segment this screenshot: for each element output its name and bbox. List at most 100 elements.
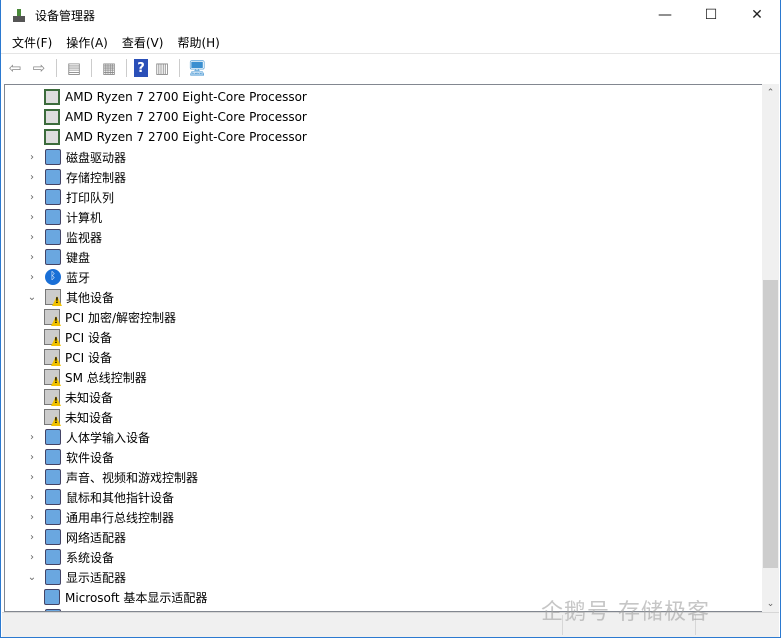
close-button[interactable]: ✕ bbox=[734, 0, 780, 30]
collapse-chevron-icon[interactable]: ⌄ bbox=[25, 292, 39, 303]
tree-item-label: 软件设备 bbox=[66, 450, 115, 465]
tree-item[interactable]: › 通用串行总线控制器 bbox=[25, 507, 174, 527]
device-category-icon bbox=[45, 429, 61, 445]
tree-item-label: 监视器 bbox=[66, 230, 103, 245]
tree-item[interactable]: › 键盘 bbox=[25, 247, 90, 267]
tree-item[interactable]: › 声音、视频和游戏控制器 bbox=[25, 467, 198, 487]
tree-item-label: 其他设备 bbox=[66, 290, 115, 305]
warning-device-icon bbox=[45, 289, 61, 305]
device-category-icon bbox=[45, 449, 61, 465]
tree-item[interactable]: › 打印队列 bbox=[25, 187, 114, 207]
tree-item[interactable]: › 网络适配器 bbox=[25, 527, 126, 547]
tree-item[interactable]: › 软件设备 bbox=[25, 447, 114, 467]
scroll-thumb[interactable] bbox=[763, 280, 778, 568]
tree-item[interactable]: PCI 设备 bbox=[44, 327, 112, 347]
warning-device-icon bbox=[44, 349, 60, 365]
toolbar-separator bbox=[126, 59, 127, 77]
tree-item-label: SM 总线控制器 bbox=[65, 370, 147, 385]
processor-icon bbox=[44, 89, 60, 105]
tree-item[interactable]: Microsoft 基本显示适配器 bbox=[44, 587, 207, 607]
tree-item[interactable]: › ᛒ 蓝牙 bbox=[25, 267, 90, 287]
tree-item-label: AMD Ryzen 7 2700 Eight-Core Processor bbox=[65, 90, 307, 104]
show-hide-console-tree-icon[interactable]: ▤ bbox=[64, 58, 84, 78]
tree-item[interactable]: › 磁盘驱动器 bbox=[25, 147, 126, 167]
device-manager-window: 设备管理器 — ☐ ✕ 文件(F) 操作(A) 查看(V) 帮助(H) ⇦ ⇨ ▤ ▦… bbox=[0, 0, 781, 638]
processor-icon bbox=[44, 129, 60, 145]
tree-item-label: 显示适配器 bbox=[66, 570, 127, 585]
menu-file[interactable]: 文件(F) bbox=[5, 34, 59, 51]
device-category-icon bbox=[45, 509, 61, 525]
tree-item[interactable]: › 计算机 bbox=[25, 207, 102, 227]
tree-item[interactable]: › 系统设备 bbox=[25, 547, 114, 567]
device-category-icon bbox=[45, 249, 61, 265]
collapse-chevron-icon[interactable]: ⌄ bbox=[25, 572, 39, 583]
toolbar-separator bbox=[91, 59, 92, 77]
expand-chevron-icon[interactable]: › bbox=[25, 552, 39, 563]
device-category-icon bbox=[45, 529, 61, 545]
tree-item-label: 人体学输入设备 bbox=[66, 430, 151, 445]
menu-view[interactable]: 查看(V) bbox=[115, 34, 171, 51]
expand-chevron-icon[interactable]: › bbox=[25, 472, 39, 483]
tree-item[interactable]: › 存储控制器 bbox=[25, 167, 126, 187]
tree-item[interactable]: AMD Ryzen 7 2700 Eight-Core Processor bbox=[44, 127, 307, 147]
action-pane-icon[interactable]: ▥ bbox=[152, 58, 172, 78]
expand-chevron-icon[interactable]: › bbox=[25, 272, 39, 283]
expand-chevron-icon[interactable]: › bbox=[25, 252, 39, 263]
tree-item-label: 存储控制器 bbox=[66, 170, 127, 185]
expand-chevron-icon[interactable]: › bbox=[25, 532, 39, 543]
tree-item[interactable]: 未知设备 bbox=[44, 407, 113, 427]
tree-item-label: AMD Ryzen 7 2700 Eight-Core Processor bbox=[65, 130, 307, 144]
tree-item[interactable]: 未知设备 bbox=[44, 387, 113, 407]
scroll-up-icon[interactable]: ⌃ bbox=[762, 84, 779, 101]
device-category-icon bbox=[45, 209, 61, 225]
tree-item[interactable]: AMD Ryzen 7 2700 Eight-Core Processor bbox=[44, 87, 307, 107]
title-bar: 设备管理器 — ☐ ✕ bbox=[1, 0, 780, 31]
menu-action[interactable]: 操作(A) bbox=[59, 34, 115, 51]
tree-item-label: 通用串行总线控制器 bbox=[66, 510, 175, 525]
scan-hardware-icon[interactable]: 🖥 bbox=[187, 58, 207, 78]
maximize-button[interactable]: ☐ bbox=[688, 0, 734, 30]
processor-icon bbox=[44, 109, 60, 125]
tree-item[interactable]: ⌄ 其他设备 bbox=[25, 287, 114, 307]
device-category-icon bbox=[45, 469, 61, 485]
properties-icon[interactable]: ▦ bbox=[99, 58, 119, 78]
tree-item-label: AMD Ryzen 7 2700 Eight-Core Processor bbox=[65, 110, 307, 124]
tree-item[interactable]: ⌄ 显示适配器 bbox=[25, 567, 126, 587]
minimize-button[interactable]: — bbox=[642, 0, 688, 30]
tree-item[interactable]: AMD Ryzen 7 2700 Eight-Core Processor bbox=[44, 107, 307, 127]
window-title: 设备管理器 bbox=[35, 9, 96, 23]
tree-item-label: Microsoft 基本显示适配器 bbox=[65, 590, 208, 605]
menu-help[interactable]: 帮助(H) bbox=[170, 34, 226, 51]
device-category-icon bbox=[45, 489, 61, 505]
forward-icon[interactable]: ⇨ bbox=[29, 58, 49, 78]
menu-bar: 文件(F) 操作(A) 查看(V) 帮助(H) bbox=[1, 31, 780, 53]
device-category-icon bbox=[45, 169, 61, 185]
device-category-icon bbox=[45, 569, 61, 585]
expand-chevron-icon[interactable]: › bbox=[25, 192, 39, 203]
vertical-scrollbar[interactable]: ⌃ ⌄ bbox=[762, 84, 779, 612]
warning-device-icon bbox=[44, 369, 60, 385]
warning-device-icon bbox=[44, 329, 60, 345]
help-icon[interactable]: ? bbox=[134, 59, 148, 77]
expand-chevron-icon[interactable]: › bbox=[25, 452, 39, 463]
tree-item-label: 网络适配器 bbox=[66, 530, 127, 545]
expand-chevron-icon[interactable]: › bbox=[25, 512, 39, 523]
expand-chevron-icon[interactable]: › bbox=[25, 232, 39, 243]
expand-chevron-icon[interactable]: › bbox=[25, 172, 39, 183]
tree-item[interactable]: PCI 加密/解密控制器 bbox=[44, 307, 176, 327]
expand-chevron-icon[interactable]: › bbox=[25, 492, 39, 503]
back-icon[interactable]: ⇦ bbox=[5, 58, 25, 78]
bluetooth-icon: ᛒ bbox=[45, 269, 61, 285]
tree-item[interactable]: › 鼠标和其他指针设备 bbox=[25, 487, 174, 507]
scroll-down-icon[interactable]: ⌄ bbox=[762, 595, 779, 612]
expand-chevron-icon[interactable]: › bbox=[25, 212, 39, 223]
warning-device-icon bbox=[44, 309, 60, 325]
expand-chevron-icon[interactable]: › bbox=[25, 432, 39, 443]
expand-chevron-icon[interactable]: › bbox=[25, 152, 39, 163]
device-manager-icon bbox=[11, 8, 27, 24]
tree-item[interactable]: › 人体学输入设备 bbox=[25, 427, 150, 447]
device-category-icon bbox=[44, 589, 60, 605]
tree-item[interactable]: › 监视器 bbox=[25, 227, 102, 247]
tree-item[interactable]: SM 总线控制器 bbox=[44, 367, 147, 387]
tree-item[interactable]: PCI 设备 bbox=[44, 347, 112, 367]
